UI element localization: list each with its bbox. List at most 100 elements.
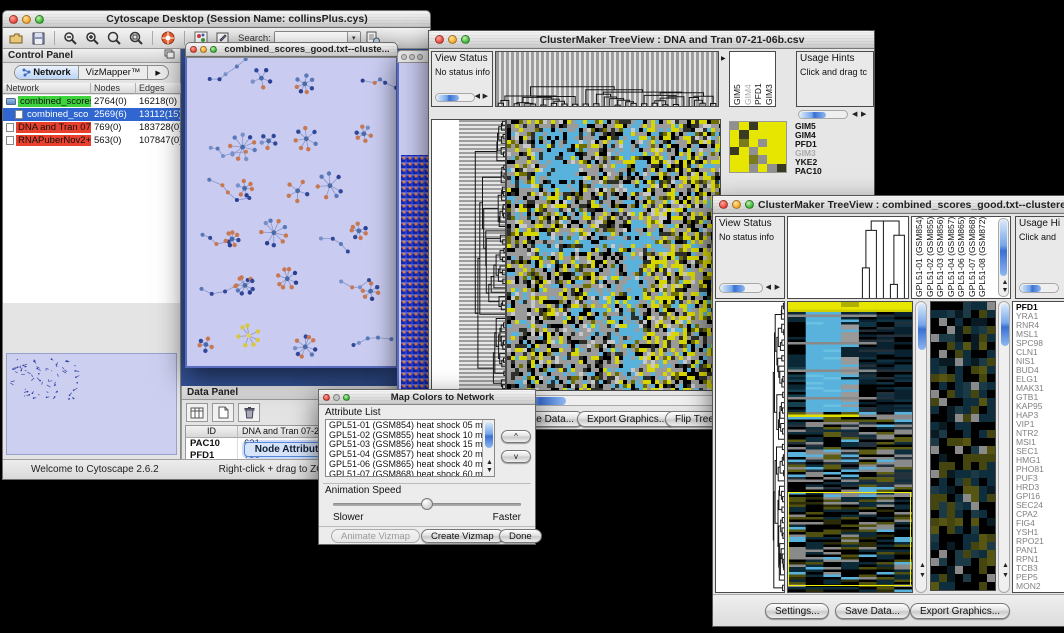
tv2-heatmap-vscrollbar[interactable]: ▲ ▼ bbox=[915, 301, 927, 593]
scroll-left-icon[interactable]: ◀ bbox=[475, 93, 480, 101]
tv1-zoom-matrix[interactable] bbox=[729, 121, 787, 173]
tv1-heatmap[interactable] bbox=[506, 119, 721, 391]
scroll-down-icon[interactable]: ▼ bbox=[919, 572, 926, 580]
tv2-column-dendrogram[interactable] bbox=[787, 216, 909, 299]
zoom-button[interactable] bbox=[343, 394, 350, 401]
close-button[interactable] bbox=[323, 394, 330, 401]
scroll-up-icon[interactable]: ▲ bbox=[1002, 279, 1009, 287]
network-row[interactable]: RNAPuberNov2+!563(0)107847(0) bbox=[3, 134, 180, 147]
tab-vizmapper[interactable]: VizMapper™ bbox=[79, 66, 149, 79]
scroll-down-icon[interactable]: ▼ bbox=[1002, 572, 1009, 580]
column-label[interactable]: GPL51-07 (GSM868) bbox=[967, 218, 978, 297]
float-panel-icon[interactable] bbox=[164, 49, 175, 62]
cytoscape-titlebar[interactable]: Cytoscape Desktop (Session Name: collins… bbox=[2, 10, 431, 28]
scroll-up-icon[interactable]: ▲ bbox=[1002, 562, 1009, 570]
dialog-titlebar[interactable]: Map Colors to Network bbox=[319, 390, 535, 405]
scroll-right-icon[interactable]: ▶ bbox=[861, 111, 866, 119]
column-label[interactable]: GPL51-02 (GSM855) bbox=[925, 218, 936, 297]
zoom-button[interactable] bbox=[35, 15, 44, 24]
help-lifering-icon[interactable] bbox=[159, 30, 178, 47]
tab-more[interactable]: ▶ bbox=[148, 66, 167, 79]
treeview1-titlebar[interactable]: ClusterMaker TreeView : DNA and Tran 07-… bbox=[429, 31, 874, 49]
attribute-list-scrollbar[interactable]: ▲ ▼ bbox=[482, 420, 494, 476]
new-attribute-button[interactable] bbox=[212, 403, 234, 422]
minimize-button[interactable] bbox=[200, 46, 207, 53]
scroll-left-icon[interactable]: ◀ bbox=[852, 111, 857, 119]
network-row[interactable]: combined_scores2764(0)16218(0) bbox=[3, 95, 180, 108]
close-button[interactable] bbox=[435, 35, 444, 44]
minimize-button[interactable] bbox=[333, 394, 340, 401]
save-data-button[interactable]: Save Data... bbox=[835, 603, 910, 619]
column-label[interactable]: GIM3 bbox=[764, 53, 775, 105]
tv2-heatmap[interactable] bbox=[787, 301, 913, 593]
scroll-right-icon[interactable]: ▶ bbox=[775, 284, 780, 292]
usage-hints-scrollbar[interactable] bbox=[1019, 283, 1059, 293]
column-label[interactable]: PFD1 bbox=[753, 53, 764, 105]
network-overview[interactable] bbox=[6, 353, 177, 455]
tv1-row-dendrogram[interactable] bbox=[431, 119, 506, 391]
attribute-listbox[interactable]: GPL51-01 (GSM854) heat shock 05 minGPL51… bbox=[325, 419, 495, 477]
scroll-left-icon[interactable]: ◀ bbox=[766, 284, 771, 292]
animation-speed-slider[interactable] bbox=[333, 503, 521, 506]
zoom-out-icon[interactable] bbox=[61, 30, 80, 47]
tab-network[interactable]: Network bbox=[15, 66, 78, 79]
tv1-zoom-hscrollbar[interactable] bbox=[798, 110, 848, 119]
close-button[interactable] bbox=[401, 54, 407, 60]
create-vizmap-button[interactable]: Create Vizmap bbox=[421, 529, 504, 543]
tv1-column-dendrogram[interactable] bbox=[495, 51, 719, 107]
minimize-button[interactable] bbox=[22, 15, 31, 24]
scroll-down-icon[interactable]: ▼ bbox=[1002, 287, 1009, 295]
column-label[interactable]: GPL51-03 (GSM856) bbox=[935, 218, 946, 297]
gene-label[interactable]: PAC10 bbox=[795, 167, 822, 176]
zoom-fit-icon[interactable] bbox=[105, 30, 124, 47]
attribute-list-item[interactable]: GPL51-07 (GSM868) heat shock 60 min bbox=[327, 470, 481, 477]
zoom-button[interactable] bbox=[417, 54, 423, 60]
column-label[interactable]: YKE2 bbox=[774, 53, 776, 105]
close-button[interactable] bbox=[719, 200, 728, 209]
export-graphics-button[interactable]: Export Graphics... bbox=[910, 603, 1010, 619]
scroll-up-icon[interactable]: ▲ bbox=[486, 459, 493, 467]
settings-button[interactable]: Settings... bbox=[765, 603, 829, 619]
network-row[interactable]: combined_sco2569(6)13112(15) bbox=[3, 108, 180, 121]
background-window-titlebar[interactable] bbox=[397, 50, 429, 63]
tv2-column-labels-scrollbar[interactable]: ▲ ▼ bbox=[998, 218, 1009, 297]
animate-vizmap-button[interactable]: Animate Vizmap bbox=[331, 529, 420, 543]
column-label[interactable]: GPL51-08 (GSM872) bbox=[977, 218, 988, 297]
move-down-button[interactable]: v bbox=[501, 450, 531, 463]
view-status-scrollbar[interactable] bbox=[719, 283, 763, 293]
done-button[interactable]: Done bbox=[499, 529, 542, 543]
view-status-scrollbar[interactable] bbox=[435, 93, 475, 102]
column-label[interactable]: GIM5 bbox=[732, 53, 743, 105]
network-canvas[interactable] bbox=[185, 57, 398, 368]
scroll-up-icon[interactable]: ▲ bbox=[919, 562, 926, 570]
network-view-titlebar[interactable]: combined_scores_good.txt--cluste... bbox=[185, 42, 398, 57]
minimize-button[interactable] bbox=[732, 200, 741, 209]
close-button[interactable] bbox=[190, 46, 197, 53]
treeview2-titlebar[interactable]: ClusterMaker TreeView : combined_scores_… bbox=[713, 196, 1064, 214]
export-graphics-button[interactable]: Export Graphics... bbox=[577, 411, 677, 427]
zoom-in-icon[interactable] bbox=[83, 30, 102, 47]
move-up-button[interactable]: ^ bbox=[501, 430, 531, 443]
tv2-row-dendrogram[interactable] bbox=[715, 301, 785, 593]
column-label[interactable]: GIM4 bbox=[743, 53, 754, 105]
minimize-button[interactable] bbox=[448, 35, 457, 44]
save-session-button[interactable] bbox=[29, 30, 48, 47]
network-row[interactable]: DNA and Tran 07769(0)183728(0) bbox=[3, 121, 180, 134]
tv2-genelist-scrollbar[interactable]: ▲ ▼ bbox=[998, 301, 1010, 593]
close-button[interactable] bbox=[9, 15, 18, 24]
column-label[interactable]: GPL51-04 (GSM857) bbox=[946, 218, 957, 297]
scroll-down-icon[interactable]: ▼ bbox=[486, 467, 493, 475]
gene-label[interactable]: MON2 bbox=[1016, 582, 1064, 591]
column-label[interactable]: GPL51-01 (GSM854) bbox=[914, 218, 925, 297]
zoom-button[interactable] bbox=[461, 35, 470, 44]
expand-arrow-icon[interactable]: ▶ bbox=[721, 55, 726, 62]
zoom-selected-icon[interactable] bbox=[127, 30, 146, 47]
zoom-button[interactable] bbox=[210, 46, 217, 53]
tv2-zoom-heatmap[interactable] bbox=[930, 301, 996, 591]
minimize-button[interactable] bbox=[409, 54, 415, 60]
open-session-button[interactable] bbox=[7, 30, 26, 47]
zoom-button[interactable] bbox=[745, 200, 754, 209]
slider-thumb[interactable] bbox=[421, 498, 433, 510]
scroll-right-icon[interactable]: ▶ bbox=[483, 93, 488, 101]
select-attributes-button[interactable] bbox=[186, 403, 208, 422]
